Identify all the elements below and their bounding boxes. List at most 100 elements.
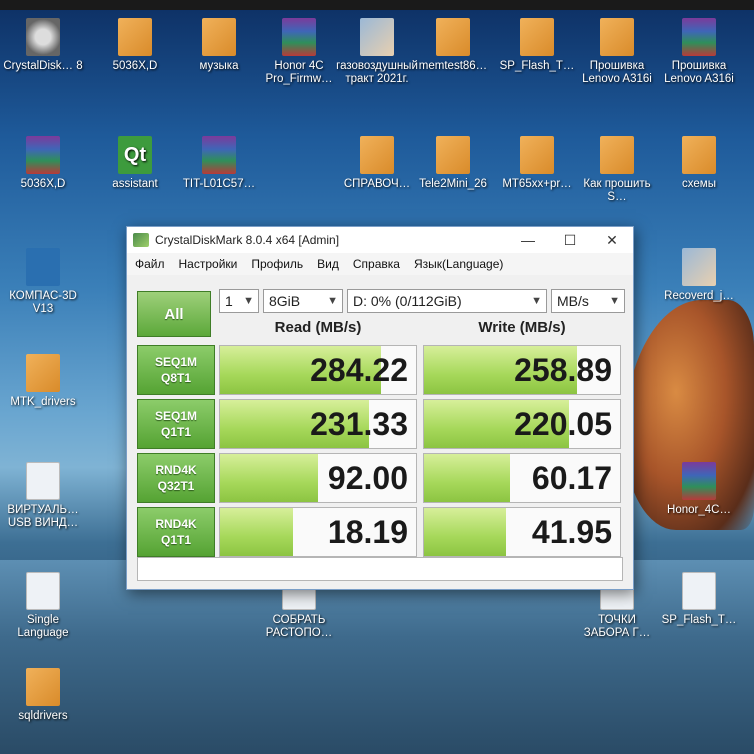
rar-icon xyxy=(682,18,716,56)
folder-icon xyxy=(436,18,470,56)
write-value: 258.89 xyxy=(514,352,612,388)
close-button[interactable]: ✕ xyxy=(591,232,633,249)
desktop-icon-label: схемы xyxy=(682,178,716,190)
desktop-icon[interactable]: Как прошить S… xyxy=(574,136,660,204)
desktop-icon[interactable]: СПРАВОЧ… xyxy=(334,136,420,191)
desktop-icon-label: SP_Flash_T… xyxy=(661,614,737,626)
window-title: CrystalDiskMark 8.0.4 x64 [Admin] xyxy=(155,233,340,247)
desktop-icon[interactable]: memtest86… xyxy=(410,18,496,73)
chevron-down-icon: ▼ xyxy=(243,295,254,307)
maximize-button[interactable]: ☐ xyxy=(549,232,591,249)
doc-icon xyxy=(26,462,60,500)
test-name: SEQ1M xyxy=(154,355,197,369)
desktop-icon[interactable]: 5036X,D xyxy=(0,136,86,191)
rar-icon xyxy=(26,136,60,174)
write-result: 258.89 xyxy=(423,345,621,395)
desktop-icon[interactable]: Qt assistant xyxy=(92,136,178,191)
test-queue: Q1T1 xyxy=(160,533,191,547)
write-value: 41.95 xyxy=(531,514,612,550)
rar-icon xyxy=(202,136,236,174)
write-bar xyxy=(424,508,507,556)
title-bar: CrystalDiskMark 8.0.4 x64 [Admin] — ☐ ✕ xyxy=(127,227,633,253)
write-bar xyxy=(424,454,511,502)
desktop-icon[interactable]: Прошивка Lenovo A316i xyxy=(574,18,660,86)
write-result: 60.17 xyxy=(423,453,621,503)
desktop-icon[interactable]: ВИРТУАЛЬ… USB ВИНД… xyxy=(0,462,86,530)
menu-file[interactable]: Файл xyxy=(135,257,165,271)
desktop-icon[interactable]: MTK_drivers xyxy=(0,354,86,409)
desktop-icon-label: 5036X,D xyxy=(20,178,66,190)
test-queue: Q1T1 xyxy=(160,425,191,439)
desktop-icon-label: Прошивка Lenovo A316i xyxy=(664,60,734,85)
desktop-icon[interactable]: SP_Flash_T… xyxy=(656,572,742,627)
test-button[interactable]: RND4K Q32T1 xyxy=(137,453,215,503)
menu-help[interactable]: Справка xyxy=(353,257,400,271)
write-value: 220.05 xyxy=(514,406,612,442)
size-select[interactable]: 8GiB ▼ xyxy=(263,289,343,313)
result-row: SEQ1M Q8T1 284.22 258.89 xyxy=(137,345,623,395)
desktop-icon[interactable]: Recoverd_j… xyxy=(656,248,742,303)
desktop-icon[interactable]: CrystalDisk… 8 xyxy=(0,18,86,73)
desktop-icon[interactable]: Single Language xyxy=(0,572,86,640)
menu-profile[interactable]: Профиль xyxy=(251,257,303,271)
desktop-icon[interactable]: TIT-L01C57… xyxy=(176,136,262,191)
test-button[interactable]: SEQ1M Q1T1 xyxy=(137,399,215,449)
test-queue: Q32T1 xyxy=(157,479,195,493)
count-select[interactable]: 1 ▼ xyxy=(219,289,259,313)
result-row: RND4K Q1T1 18.19 41.95 xyxy=(137,507,623,557)
result-row: SEQ1M Q1T1 231.33 220.05 xyxy=(137,399,623,449)
qt-icon: Qt xyxy=(118,136,152,174)
desktop-icon[interactable]: газовоздушный тракт 2021г. xyxy=(334,18,420,86)
desktop-icon-label: ТОЧКИ ЗАБОРА Г… xyxy=(583,614,651,639)
read-result: 284.22 xyxy=(219,345,417,395)
monitor-bezel xyxy=(0,0,754,10)
test-button[interactable]: SEQ1M Q8T1 xyxy=(137,345,215,395)
desktop-icon[interactable]: схемы xyxy=(656,136,742,191)
desktop-icon[interactable]: SP_Flash_T… xyxy=(494,18,580,73)
read-bar xyxy=(220,508,293,556)
desktop-icon[interactable]: MT65xx+pr… xyxy=(494,136,580,191)
desktop-icon-label: Honor_4C… xyxy=(667,504,731,516)
desktop-icon[interactable]: 5036X,D xyxy=(92,18,178,73)
unit-select[interactable]: MB/s ▼ xyxy=(551,289,625,313)
test-button[interactable]: RND4K Q1T1 xyxy=(137,507,215,557)
folder-icon xyxy=(600,18,634,56)
desktop-icon[interactable]: Honor_4C… xyxy=(656,462,742,517)
minimize-button[interactable]: — xyxy=(507,232,549,248)
desktop-icon-label: Recoverd_j… xyxy=(664,290,734,302)
desktop-icon-label: Tele2Mini_26 xyxy=(419,178,487,190)
drive-select[interactable]: D: 0% (0/112GiB) ▼ xyxy=(347,289,547,313)
rar-icon xyxy=(282,18,316,56)
desktop-icon-label: sqldrivers xyxy=(18,710,68,722)
folder-icon xyxy=(520,18,554,56)
folder-icon xyxy=(436,136,470,174)
desktop-icon-label: Single Language xyxy=(17,614,69,639)
test-name: SEQ1M xyxy=(154,409,197,423)
comment-field[interactable] xyxy=(137,557,623,581)
folder-icon xyxy=(600,136,634,174)
folder-icon xyxy=(118,18,152,56)
desktop-icon[interactable]: Honor 4C Pro_Firmw… xyxy=(256,18,342,86)
drive-value: D: 0% (0/112GiB) xyxy=(353,293,462,309)
desktop-icon[interactable]: музыка xyxy=(176,18,262,73)
desktop-icon[interactable]: Прошивка Lenovo A316i xyxy=(656,18,742,86)
read-result: 231.33 xyxy=(219,399,417,449)
read-result: 92.00 xyxy=(219,453,417,503)
desktop-icon[interactable]: sqldrivers xyxy=(0,668,86,723)
menu-language[interactable]: Язык(Language) xyxy=(414,257,503,271)
desktop-icon-label: MT65xx+pr… xyxy=(502,178,572,190)
read-value: 231.33 xyxy=(310,406,408,442)
result-row: RND4K Q32T1 92.00 60.17 xyxy=(137,453,623,503)
desktop-icon[interactable]: Tele2Mini_26 xyxy=(410,136,496,191)
menu-view[interactable]: Вид xyxy=(317,257,339,271)
test-name: RND4K xyxy=(155,463,197,477)
read-bar xyxy=(220,454,318,502)
folder-icon xyxy=(682,136,716,174)
desktop-icon[interactable]: КОМПАС-3D V13 xyxy=(0,248,86,316)
test-queue: Q8T1 xyxy=(160,371,191,385)
all-button[interactable]: All xyxy=(137,291,211,337)
app-icon xyxy=(26,248,60,286)
desktop-icon-label: memtest86… xyxy=(418,60,488,72)
menu-settings[interactable]: Настройки xyxy=(179,257,238,271)
folder-icon xyxy=(26,354,60,392)
